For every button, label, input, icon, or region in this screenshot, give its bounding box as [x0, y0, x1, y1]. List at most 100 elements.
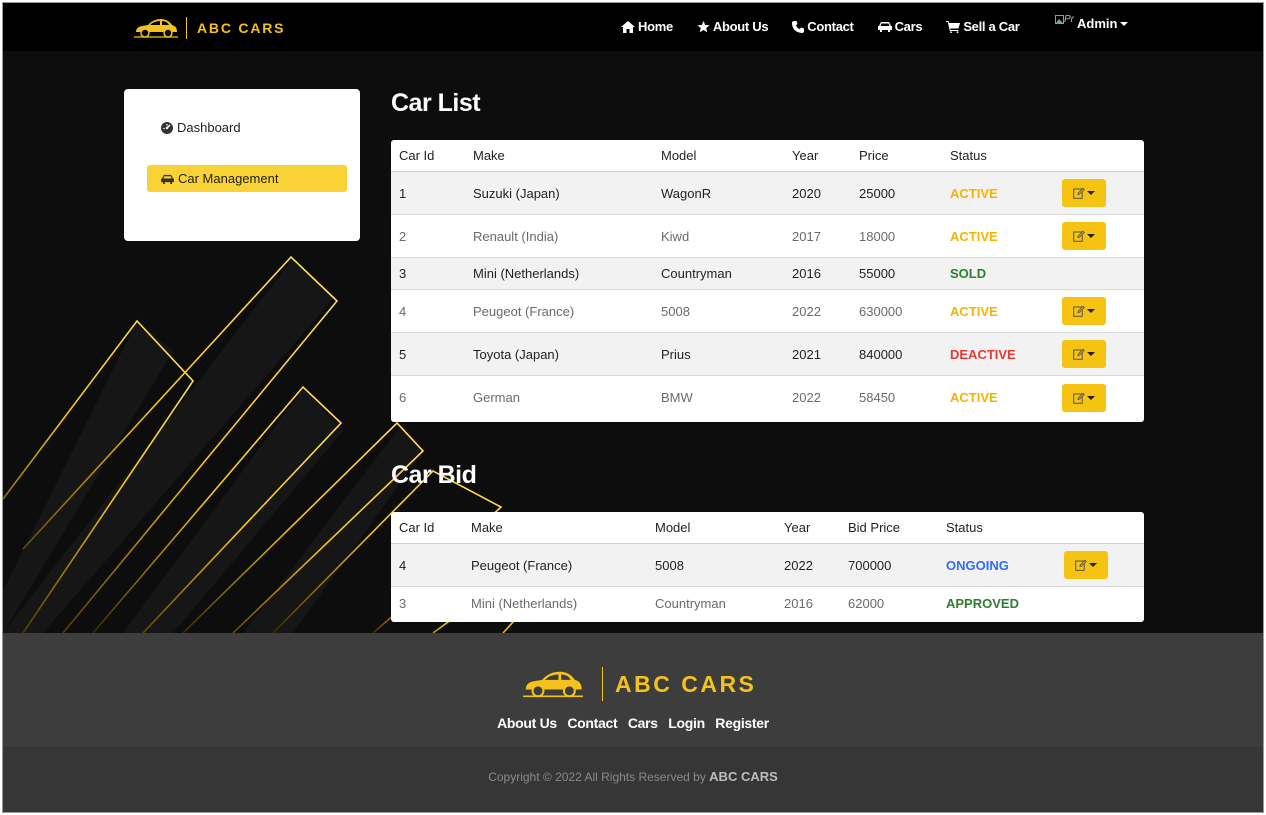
table-cell-id: 5	[399, 346, 407, 362]
footer-link-register[interactable]: Register	[715, 715, 769, 731]
footer-link-contact[interactable]: Contact	[567, 715, 617, 731]
nav-about[interactable]: About Us	[697, 19, 769, 34]
table-cell-make: Peugeot (France)	[473, 303, 575, 319]
table-row: 2 Renault (India) Kiwd 2017 18000 ACTIVE	[391, 215, 1144, 258]
column-header: Car Id	[399, 148, 435, 163]
table-cell-year: 2017	[792, 228, 821, 244]
table-row: 3 Mini (Netherlands) Countryman 2016 62000 AP…	[391, 587, 1144, 620]
table-cell-make: German	[473, 390, 520, 405]
edit-icon	[1073, 392, 1085, 404]
table-cell-status: DEACTIVE	[950, 346, 1016, 362]
footer-link-about[interactable]: About Us	[497, 715, 557, 731]
footer-link-login[interactable]: Login	[668, 715, 705, 731]
nav-contact[interactable]: Contact	[792, 19, 854, 34]
sidebar: Dashboard Car Management	[124, 89, 360, 241]
chevron-down-icon	[1087, 395, 1095, 400]
brand-name: ABC CARS	[197, 20, 286, 36]
table-cell-model: Countryman	[661, 266, 732, 281]
brand[interactable]: ABC CARS	[134, 15, 285, 41]
table-cell-status: ACTIVE	[950, 185, 998, 201]
table-row: 6 German BMW 2022 58450 ACTIVE	[391, 376, 1144, 419]
avatar-alt: Pr	[1064, 14, 1074, 25]
table-cell-year: 2022	[792, 390, 821, 405]
column-header: Year	[784, 520, 811, 535]
user-menu[interactable]: Pr Admin	[1055, 14, 1129, 31]
table-cell-id: 2	[399, 228, 407, 244]
sidebar-item-label: Dashboard	[177, 120, 241, 135]
table-cell-price: 55000	[859, 266, 896, 281]
column-header: Make	[471, 520, 503, 535]
cart-icon	[946, 20, 961, 33]
table-header: Car Id Make Model Year Bid Price Status	[391, 512, 1144, 544]
table-cell-model: Prius	[661, 346, 691, 362]
chevron-down-icon	[1087, 309, 1095, 313]
column-header: Car Id	[399, 520, 435, 535]
sidebar-item-label: Car Management	[178, 171, 279, 186]
table-cell-id: 6	[399, 390, 407, 405]
table-cell-make: Renault (India)	[473, 228, 559, 244]
edit-icon	[1073, 187, 1085, 199]
table-row: 5 Toyota (Japan) Prius 2021 840000 DEACTIVE	[391, 333, 1144, 376]
car-icon	[877, 22, 892, 32]
table-cell-model: WagonR	[661, 185, 712, 201]
nav-links: Home About Us Contact Cars Sell a Car	[621, 19, 1044, 34]
user-name: Admin	[1077, 16, 1118, 31]
table-row: 1 Suzuki (Japan) WagonR 2020 25000 ACTIVE	[391, 172, 1144, 215]
table-cell-model: 5008	[661, 303, 690, 319]
nav-home[interactable]: Home	[621, 19, 673, 34]
broken-image-icon	[1055, 15, 1064, 24]
table-cell-make: Peugeot (France)	[471, 557, 573, 573]
nav-sell[interactable]: Sell a Car	[946, 19, 1020, 34]
footer-links: About Us Contact Cars Login Register	[3, 715, 1263, 733]
chevron-down-icon	[1089, 563, 1097, 567]
copyright: Copyright © 2022 All Rights Reserved by …	[3, 769, 1263, 784]
table-cell-id: 4	[399, 303, 407, 319]
edit-dropdown-button[interactable]	[1062, 179, 1106, 207]
edit-dropdown-button[interactable]	[1062, 340, 1106, 368]
table-cell-id: 4	[399, 557, 407, 573]
table-cell-year: 2016	[784, 596, 813, 611]
car-logo-icon	[523, 671, 583, 698]
nav-home-label: Home	[638, 19, 673, 34]
table-cell-status: ACTIVE	[950, 390, 998, 405]
edit-icon	[1075, 559, 1087, 571]
table-cell-status: ONGOING	[946, 557, 1009, 573]
table-row: 4 Peugeot (France) 5008 2022 700000 ONGOING	[391, 544, 1144, 587]
column-header: Model	[655, 520, 691, 535]
table-cell-make: Mini (Netherlands)	[471, 596, 578, 611]
table-cell-status: SOLD	[950, 266, 987, 281]
table-cell-status: APPROVED	[946, 596, 1019, 611]
column-header: Price	[859, 148, 889, 163]
nav-sell-label: Sell a Car	[963, 19, 1020, 34]
copyright-brand: ABC CARS	[709, 769, 778, 784]
footer-link-cars[interactable]: Cars	[628, 715, 658, 731]
nav-cars[interactable]: Cars	[877, 19, 923, 34]
table-cell-model: Kiwd	[661, 228, 690, 244]
nav-cars-label: Cars	[894, 19, 923, 34]
table-cell-price: 25000	[859, 185, 896, 201]
edit-dropdown-button[interactable]	[1064, 551, 1108, 579]
table-cell-id: 3	[399, 266, 407, 281]
table-body: 4 Peugeot (France) 5008 2022 700000 ONGOING 3 M…	[391, 544, 1144, 620]
car-logo-icon	[134, 19, 178, 38]
table-cell-year: 2020	[792, 185, 821, 201]
nav-about-label: About Us	[712, 19, 769, 34]
table-row: 3 Mini (Netherlands) Countryman 2016 55000 SO…	[391, 258, 1144, 290]
table-cell-price: 62000	[848, 596, 885, 611]
table-cell-model: 5008	[655, 557, 684, 573]
phone-icon	[792, 20, 805, 33]
sidebar-item-car-management[interactable]: Car Management	[147, 165, 347, 192]
column-header: Make	[473, 148, 505, 163]
car-bid-table: Car Id Make Model Year Bid Price Status …	[391, 512, 1144, 622]
table-cell-make: Mini (Netherlands)	[473, 266, 580, 281]
table-cell-id: 3	[399, 596, 407, 611]
table-cell-year: 2016	[792, 266, 821, 281]
edit-dropdown-button[interactable]	[1062, 297, 1106, 325]
table-cell-status: ACTIVE	[950, 303, 998, 319]
edit-dropdown-button[interactable]	[1062, 222, 1106, 250]
sidebar-item-dashboard[interactable]: Dashboard	[147, 114, 347, 141]
column-header: Model	[661, 148, 697, 163]
nav-contact-label: Contact	[807, 19, 854, 34]
edit-dropdown-button[interactable]	[1062, 383, 1106, 412]
footer-brand[interactable]: ABC CARS	[518, 667, 756, 701]
